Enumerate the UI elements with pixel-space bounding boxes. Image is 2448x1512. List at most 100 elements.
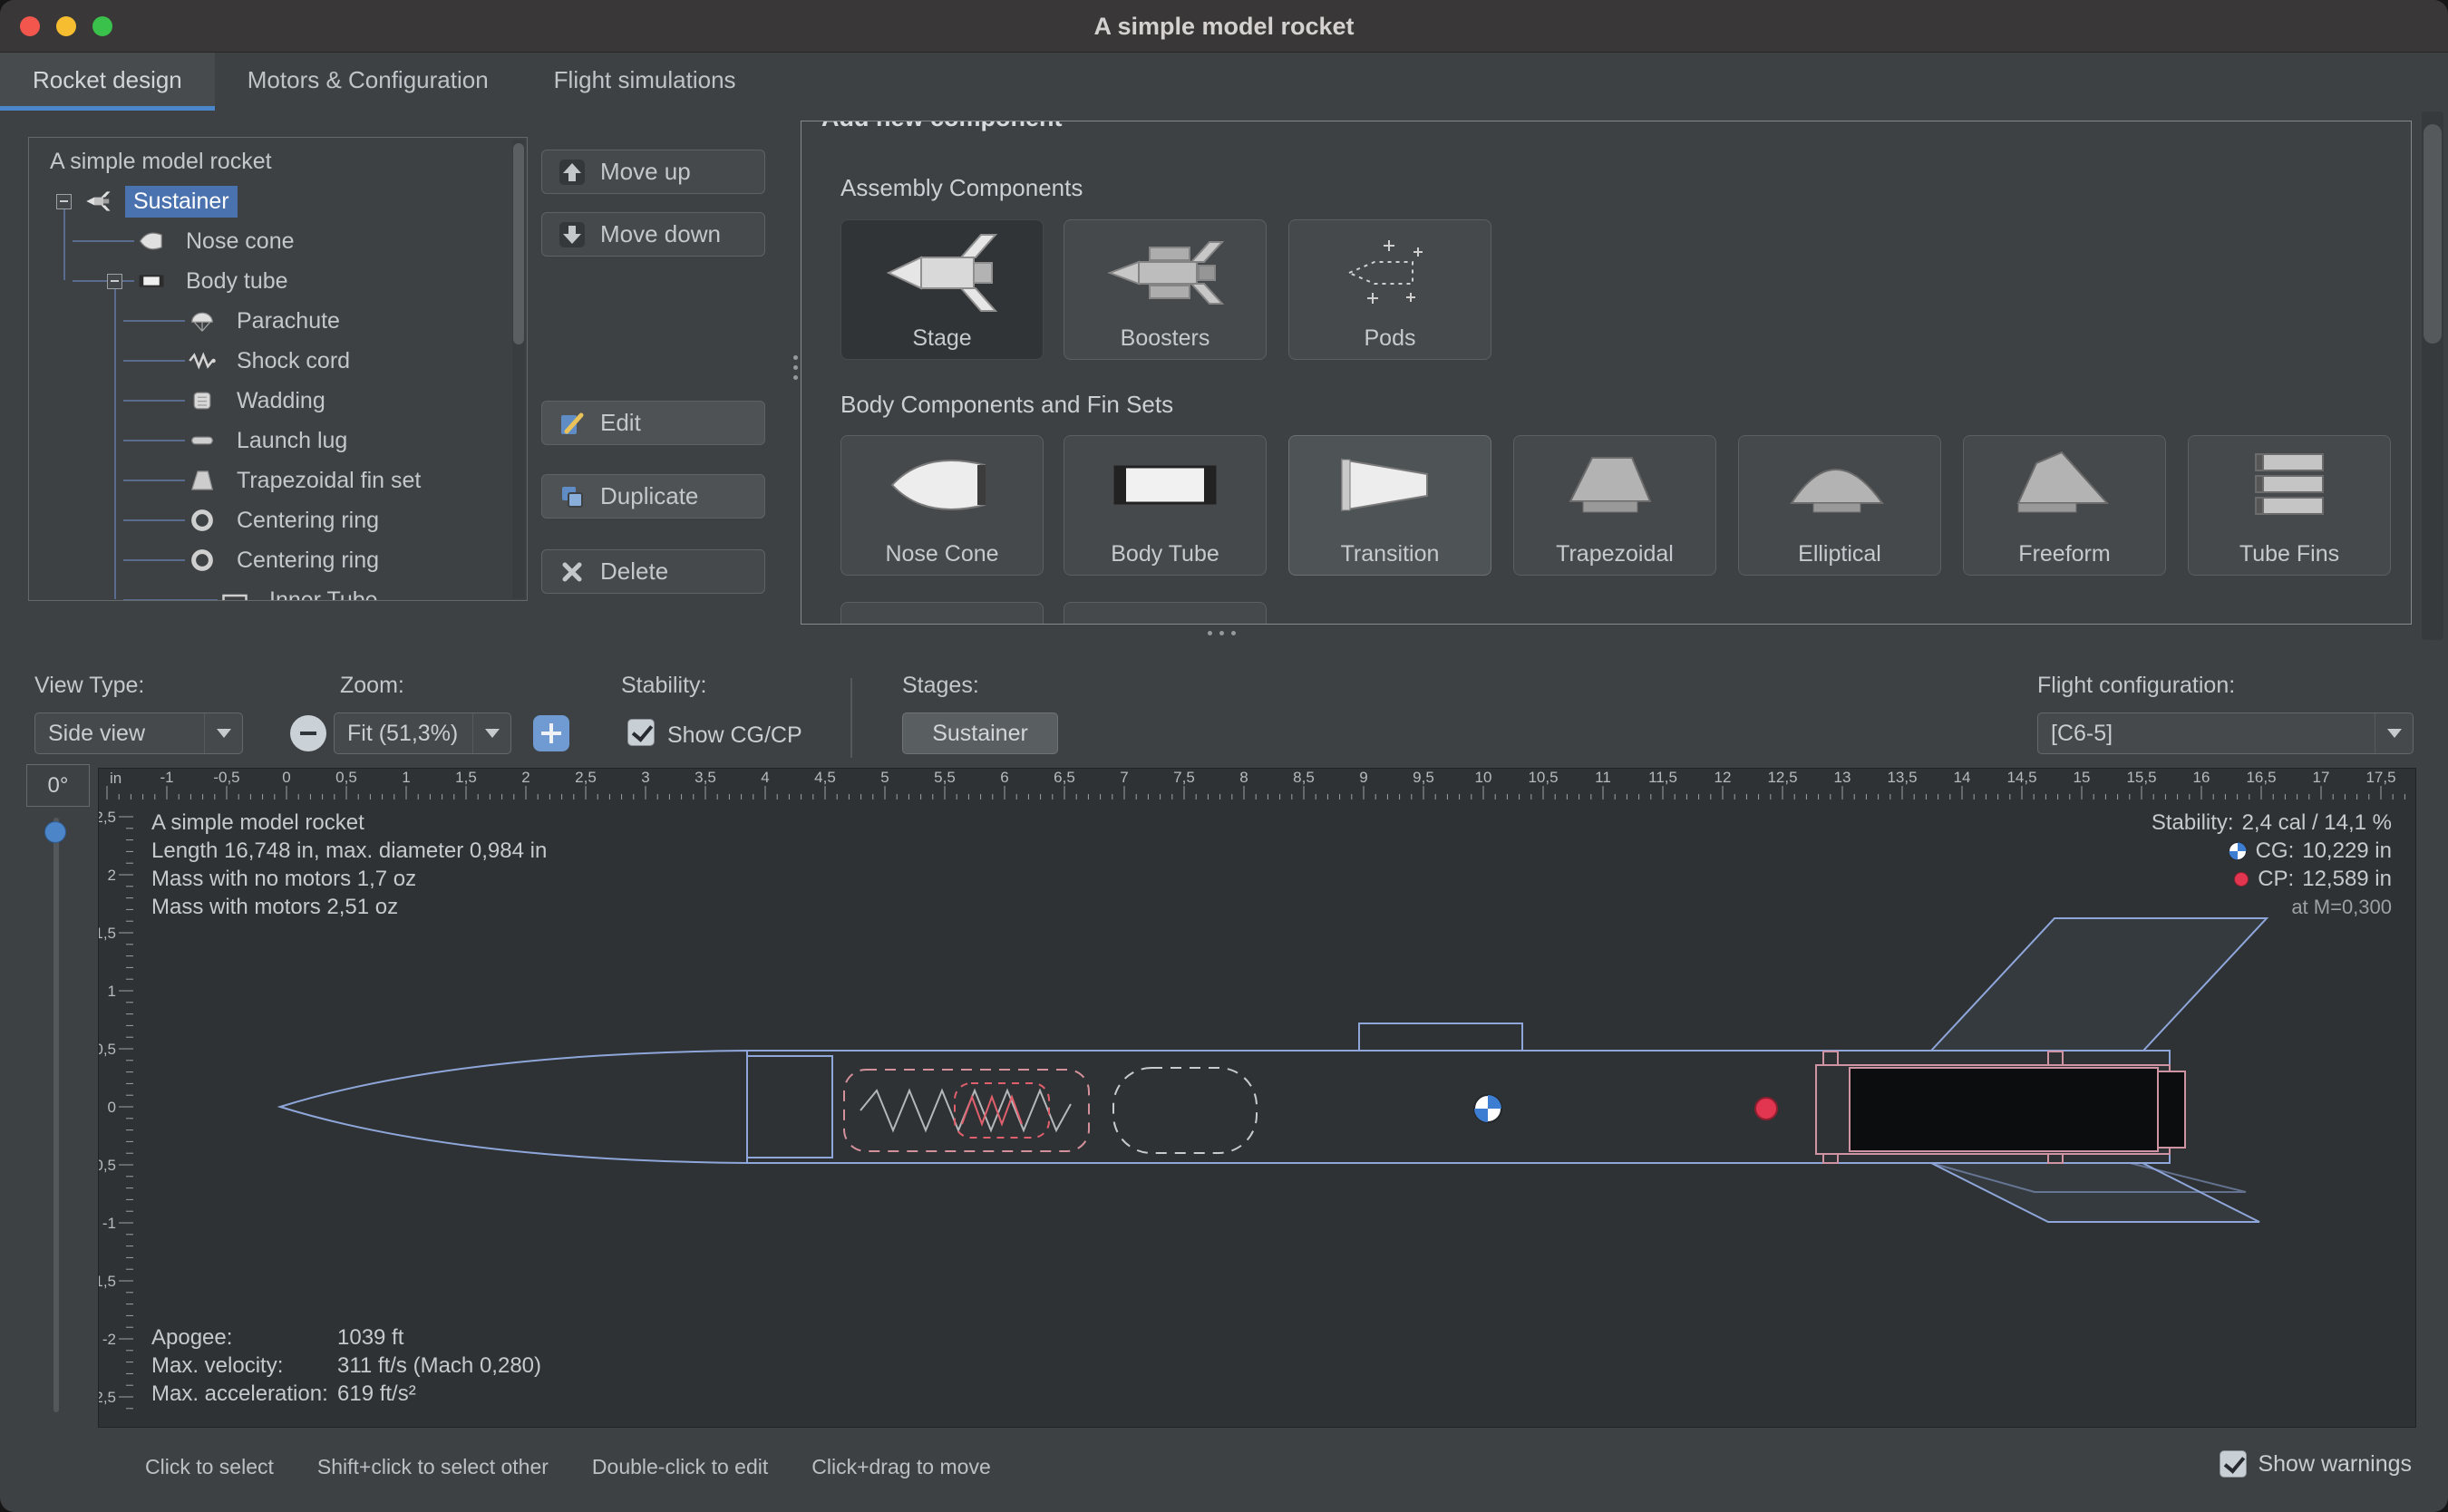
show-warnings-checkbox[interactable] (2220, 1450, 2247, 1478)
component-button-boosters[interactable]: Boosters (1064, 219, 1267, 360)
move-down-button[interactable]: Move down (541, 212, 765, 257)
tree-item-nose-cone[interactable]: Nose cone (178, 226, 303, 257)
shock-cord-zigzag[interactable] (860, 1090, 1071, 1130)
zoom-dropdown[interactable]: Fit (51,3%) (334, 712, 511, 754)
tree-row[interactable]: Sustainer (29, 181, 527, 221)
ruler-label: 15,5 (2126, 769, 2156, 786)
centering-ring-aft-bottom[interactable] (2048, 1154, 2063, 1163)
ruler-label: 14 (1954, 769, 1971, 786)
tree-item-launch-lug[interactable]: Launch lug (228, 425, 355, 457)
component-button-trapezoidal[interactable]: Trapezoidal (1513, 435, 1716, 576)
tree-item-body-tube[interactable]: Body tube (178, 266, 296, 297)
tab-rocket-design[interactable]: Rocket design (0, 53, 215, 111)
duplicate-button[interactable]: Duplicate (541, 474, 765, 519)
window-title: A simple model rocket (0, 0, 2448, 53)
tree-row[interactable]: Inner Tube (29, 580, 527, 601)
tree-row[interactable]: Wadding (29, 381, 527, 421)
component-button-transition[interactable]: Transition (1288, 435, 1491, 576)
horizontal-splitter-grip[interactable] (1208, 631, 1236, 635)
component-button-freeform[interactable]: Freeform (1963, 435, 2166, 576)
delete-button[interactable]: Delete (541, 549, 765, 594)
tree-row[interactable]: Body tube (29, 261, 527, 301)
stage-sustainer-toggle[interactable]: Sustainer (902, 712, 1058, 754)
tab-motors-configuration[interactable]: Motors & Configuration (215, 53, 521, 111)
component-button-nose-cone[interactable]: Nose Cone (840, 435, 1044, 576)
ruler-label: 1,5 (455, 769, 477, 786)
tree-row[interactable]: Centering ring (29, 500, 527, 540)
stability-line: Stability:2,4 cal / 14,1 % (2152, 809, 2392, 837)
rocket-design-canvas[interactable]: -1-0,500,511,522,533,544,555,566,577,588… (98, 768, 2416, 1428)
rotation-slider-thumb[interactable] (44, 821, 66, 843)
centering-ring-aft-top[interactable] (2048, 1052, 2063, 1065)
ruler-label: 9,5 (1413, 769, 1434, 786)
tree-item-centering-ring[interactable]: Centering ring (228, 505, 387, 537)
body-tube-icon (1106, 443, 1224, 527)
component-button-pods[interactable]: Pods (1288, 219, 1491, 360)
component-button-body-tube[interactable]: Body Tube (1064, 435, 1267, 576)
motor-shape[interactable] (1850, 1068, 2158, 1151)
launch-lug-shape[interactable] (1359, 1023, 1522, 1051)
tree-item-trapezoidal-fin-set[interactable]: Trapezoidal fin set (228, 465, 429, 497)
tree-row[interactable]: Parachute (29, 301, 527, 341)
hint-shift-click: Shift+click to select other (317, 1455, 549, 1479)
panel-scrollbar[interactable] (2422, 111, 2443, 640)
nose-cone-shape[interactable] (280, 1051, 747, 1163)
ruler-label: 2,5 (575, 769, 597, 786)
zoom-value: Fit (51,3%) (347, 721, 458, 747)
ruler-label: -2,5 (99, 1389, 116, 1406)
centering-ring-fwd-bottom[interactable] (1823, 1154, 1838, 1163)
zoom-out-button[interactable] (290, 715, 326, 751)
tab-flight-simulations[interactable]: Flight simulations (521, 53, 769, 111)
tree-item-shock-cord[interactable]: Shock cord (228, 345, 358, 377)
wadding-outline[interactable] (1113, 1068, 1257, 1153)
rocket-mass-empty: Mass with no motors 1,7 oz (151, 865, 547, 893)
rotation-slider-track[interactable] (53, 818, 59, 1412)
show-cgcp-checkbox[interactable] (627, 719, 655, 746)
tree-row[interactable]: Trapezoidal fin set (29, 460, 527, 500)
move-up-button[interactable]: Move up (541, 150, 765, 194)
component-button-partial[interactable] (1064, 602, 1267, 625)
tree-item-centering-ring[interactable]: Centering ring (228, 545, 387, 577)
duplicate-icon (559, 483, 586, 510)
ruler-label: 1 (108, 983, 116, 1000)
component-button-stage[interactable]: Stage (840, 219, 1044, 360)
tree-item-a-simple-model-rocket[interactable]: A simple model rocket (42, 146, 280, 178)
component-button-tube-fins[interactable]: Tube Fins (2188, 435, 2391, 576)
tube-icon (221, 586, 248, 601)
cg-marker (1474, 1095, 1501, 1122)
tree-row[interactable]: Shock cord (29, 341, 527, 381)
vertical-splitter-grip[interactable] (793, 355, 799, 385)
tree-row[interactable]: Launch lug (29, 421, 527, 460)
ruler-label: 0,5 (99, 1041, 116, 1058)
fin-upper-shape[interactable] (1931, 918, 2267, 1051)
velocity-row: Max. velocity:311 ft/s (Mach 0,280) (151, 1352, 541, 1380)
tree-row[interactable]: Nose cone (29, 221, 527, 261)
tree-item-wadding[interactable]: Wadding (228, 385, 334, 417)
component-button-partial[interactable] (840, 602, 1044, 625)
tree-row[interactable]: A simple model rocket (29, 141, 527, 181)
elliptical-label: Elliptical (1739, 541, 1940, 567)
trapezoidal-fin-icon (1556, 443, 1674, 527)
shock-cord-outline[interactable] (955, 1083, 1049, 1138)
tree-row[interactable]: Centering ring (29, 540, 527, 580)
component-tree[interactable]: A simple model rocket Sustainer Nose cone B… (28, 137, 528, 601)
tree-item-inner-tube[interactable]: Inner Tube (261, 585, 386, 601)
trapezoidal-label: Trapezoidal (1514, 541, 1715, 567)
cg-icon (2228, 841, 2248, 861)
panel-scrollbar-thumb[interactable] (2424, 124, 2442, 344)
boosters-icon (1097, 228, 1233, 318)
nose-shoulder-shape[interactable] (747, 1056, 832, 1158)
body-components-label: Body Components and Fin Sets (840, 391, 1173, 419)
tree-item-sustainer[interactable]: Sustainer (125, 186, 238, 218)
flight-configuration-dropdown[interactable]: [C6-5] (2037, 712, 2414, 754)
centering-ring-fwd-top[interactable] (1823, 1052, 1838, 1065)
rotation-angle-indicator: 0° (26, 764, 90, 807)
edit-button[interactable]: Edit (541, 401, 765, 445)
zoom-in-button[interactable] (533, 715, 569, 751)
rocket-info-block: A simple model rocket Length 16,748 in, … (151, 809, 547, 921)
motor-nozzle-shape[interactable] (2158, 1071, 2185, 1148)
view-type-dropdown[interactable]: Side view (34, 712, 243, 754)
shock-cord-red-zigzag[interactable] (962, 1097, 1022, 1124)
tree-item-parachute[interactable]: Parachute (228, 305, 348, 337)
component-button-elliptical[interactable]: Elliptical (1738, 435, 1941, 576)
